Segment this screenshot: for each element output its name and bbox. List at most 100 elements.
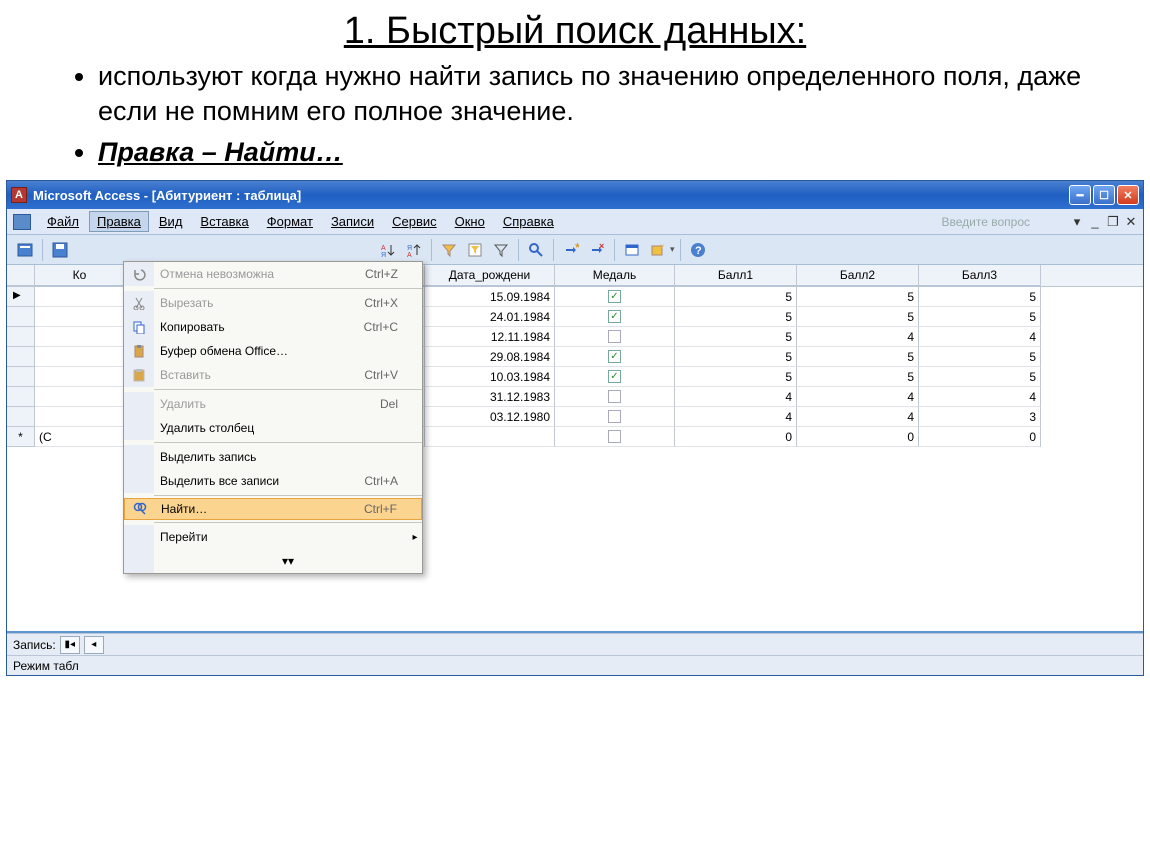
row-selector[interactable] xyxy=(7,387,35,407)
cell-ball2[interactable]: 4 xyxy=(797,327,919,347)
cell-kod[interactable] xyxy=(35,367,125,387)
cell-ball1[interactable]: 4 xyxy=(675,407,797,427)
column-header-ball1[interactable]: Балл1 xyxy=(675,265,797,286)
cell-ball1[interactable]: 5 xyxy=(675,287,797,307)
cell-ball1[interactable]: 5 xyxy=(675,307,797,327)
menu-item-найти-[interactable]: Найти…Ctrl+F xyxy=(124,498,422,520)
cell-ball3[interactable]: 0 xyxy=(919,427,1041,447)
apply-filter-button[interactable] xyxy=(489,238,513,262)
filter-selection-button[interactable] xyxy=(437,238,461,262)
menu-item-копировать[interactable]: КопироватьCtrl+C xyxy=(124,315,422,339)
menu-service[interactable]: Сервис xyxy=(384,211,445,232)
menu-window[interactable]: Окно xyxy=(447,211,493,232)
cell-date[interactable]: 15.09.1984 xyxy=(425,287,555,307)
nav-prev-button[interactable]: ◂ xyxy=(84,636,104,654)
help-button[interactable]: ? xyxy=(686,238,710,262)
mdi-minimize-button[interactable]: _ xyxy=(1089,214,1101,230)
cell-medal[interactable]: ✓ xyxy=(555,347,675,367)
menu-item-перейти[interactable]: Перейти▸ xyxy=(124,525,422,549)
menu-item-удалить-столбец[interactable]: Удалить столбец xyxy=(124,416,422,440)
new-record-button[interactable]: ★ xyxy=(559,238,583,262)
column-header-ball3[interactable]: Балл3 xyxy=(919,265,1041,286)
nav-first-button[interactable]: ▮◂ xyxy=(60,636,80,654)
checkbox-icon[interactable] xyxy=(608,410,621,423)
checkbox-icon[interactable] xyxy=(608,390,621,403)
cell-ball1[interactable]: 5 xyxy=(675,327,797,347)
cell-medal[interactable] xyxy=(555,327,675,347)
checkbox-icon[interactable] xyxy=(608,430,621,443)
sort-desc-button[interactable]: ЯА xyxy=(402,238,426,262)
menu-records[interactable]: Записи xyxy=(323,211,382,232)
cell-ball1[interactable]: 0 xyxy=(675,427,797,447)
menu-edit[interactable]: Правка xyxy=(89,211,149,232)
cell-medal[interactable]: ✓ xyxy=(555,367,675,387)
save-button[interactable] xyxy=(48,238,72,262)
cell-date[interactable]: 12.11.1984 xyxy=(425,327,555,347)
cell-medal[interactable] xyxy=(555,387,675,407)
cell-kod[interactable] xyxy=(35,387,125,407)
menu-item-выделить-все-записи[interactable]: Выделить все записиCtrl+A xyxy=(124,469,422,493)
column-header-ball2[interactable]: Балл2 xyxy=(797,265,919,286)
cell-date[interactable] xyxy=(425,427,555,447)
view-button[interactable] xyxy=(13,238,37,262)
cell-kod[interactable] xyxy=(35,307,125,327)
row-selector[interactable]: ▶ xyxy=(7,287,35,307)
delete-record-button[interactable]: × xyxy=(585,238,609,262)
menu-item-буфер-обмена-office-[interactable]: Буфер обмена Office… xyxy=(124,339,422,363)
datasheet-view-icon[interactable] xyxy=(13,214,31,230)
new-object-button[interactable] xyxy=(646,238,670,262)
help-dropdown-icon[interactable]: ▾ xyxy=(1071,214,1083,230)
menu-file[interactable]: Файл xyxy=(39,211,87,232)
menu-help[interactable]: Справка xyxy=(495,211,562,232)
cell-ball3[interactable]: 5 xyxy=(919,347,1041,367)
checkbox-icon[interactable]: ✓ xyxy=(608,370,621,383)
cell-kod[interactable] xyxy=(35,327,125,347)
cell-ball3[interactable]: 5 xyxy=(919,307,1041,327)
menu-view[interactable]: Вид xyxy=(151,211,191,232)
cell-kod[interactable]: (С xyxy=(35,427,125,447)
checkbox-icon[interactable]: ✓ xyxy=(608,290,621,303)
checkbox-icon[interactable] xyxy=(608,330,621,343)
column-header-kod[interactable]: Ко xyxy=(35,265,125,286)
cell-ball2[interactable]: 0 xyxy=(797,427,919,447)
cell-ball3[interactable]: 5 xyxy=(919,367,1041,387)
cell-date[interactable]: 03.12.1980 xyxy=(425,407,555,427)
cell-ball1[interactable]: 5 xyxy=(675,347,797,367)
mdi-restore-button[interactable]: ❐ xyxy=(1107,214,1119,230)
checkbox-icon[interactable]: ✓ xyxy=(608,310,621,323)
cell-ball3[interactable]: 3 xyxy=(919,407,1041,427)
row-selector[interactable] xyxy=(7,407,35,427)
menu-expand-button[interactable]: ▾▾ xyxy=(124,549,422,573)
cell-medal[interactable]: ✓ xyxy=(555,287,675,307)
menu-item-выделить-запись[interactable]: Выделить запись xyxy=(124,445,422,469)
menu-insert[interactable]: Вставка xyxy=(192,211,256,232)
row-selector[interactable] xyxy=(7,347,35,367)
cell-medal[interactable]: ✓ xyxy=(555,307,675,327)
row-selector[interactable] xyxy=(7,367,35,387)
new-object-caret-icon[interactable]: ▾ xyxy=(670,244,675,255)
cell-kod[interactable] xyxy=(35,287,125,307)
sort-asc-button[interactable]: АЯ xyxy=(376,238,400,262)
cell-ball2[interactable]: 4 xyxy=(797,407,919,427)
cell-ball2[interactable]: 5 xyxy=(797,347,919,367)
cell-ball3[interactable]: 5 xyxy=(919,287,1041,307)
minimize-button[interactable]: ━ xyxy=(1069,185,1091,205)
maximize-button[interactable]: ☐ xyxy=(1093,185,1115,205)
cell-date[interactable]: 24.01.1984 xyxy=(425,307,555,327)
row-selector-new[interactable]: * xyxy=(7,427,35,447)
row-selector[interactable] xyxy=(7,327,35,347)
mdi-close-button[interactable]: ✕ xyxy=(1125,214,1137,230)
cell-date[interactable]: 29.08.1984 xyxy=(425,347,555,367)
cell-date[interactable]: 10.03.1984 xyxy=(425,367,555,387)
checkbox-icon[interactable]: ✓ xyxy=(608,350,621,363)
cell-ball3[interactable]: 4 xyxy=(919,387,1041,407)
cell-ball2[interactable]: 4 xyxy=(797,387,919,407)
cell-medal[interactable] xyxy=(555,407,675,427)
cell-ball1[interactable]: 4 xyxy=(675,387,797,407)
row-selector[interactable] xyxy=(7,307,35,327)
cell-kod[interactable] xyxy=(35,407,125,427)
cell-ball1[interactable]: 5 xyxy=(675,367,797,387)
cell-date[interactable]: 31.12.1983 xyxy=(425,387,555,407)
row-selector-header[interactable] xyxy=(7,265,35,286)
close-button[interactable]: ✕ xyxy=(1117,185,1139,205)
